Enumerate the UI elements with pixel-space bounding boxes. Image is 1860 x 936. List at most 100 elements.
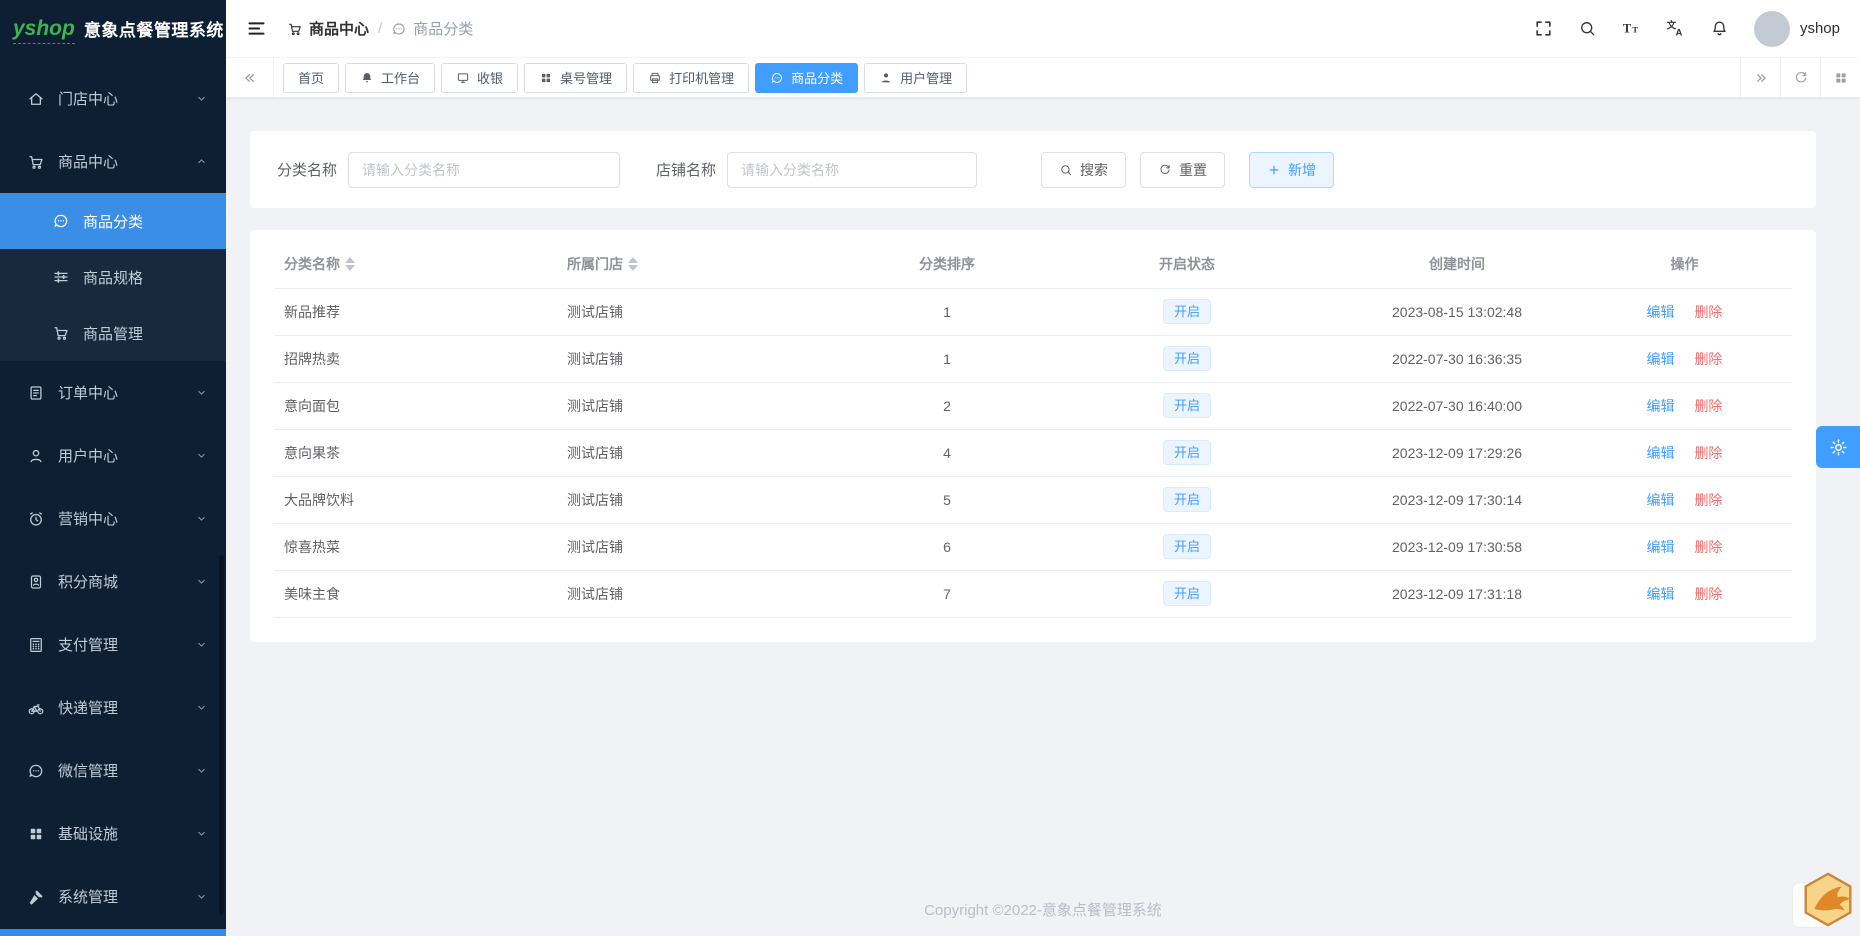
cell-shop: 测试店铺	[557, 288, 857, 336]
download-manager-bird-icon[interactable]	[1797, 867, 1859, 933]
edit-link[interactable]: 编辑	[1647, 398, 1675, 414]
tab[interactable]: 首页	[283, 62, 340, 93]
monitor-icon	[456, 71, 470, 85]
sidebar-item-label: 微信管理	[58, 763, 119, 780]
chevron-down-icon	[195, 827, 208, 840]
hammer-icon	[27, 888, 45, 906]
status-badge: 开启	[1162, 393, 1211, 418]
search-icon	[1059, 163, 1073, 177]
sidebar-item-label: 支付管理	[58, 637, 119, 654]
shop-name-input[interactable]	[727, 151, 978, 188]
delete-link[interactable]: 删除	[1694, 398, 1722, 414]
fullscreen-icon[interactable]	[1534, 19, 1553, 38]
tabs-scroll-left-button[interactable]	[226, 58, 274, 97]
tab[interactable]: 商品分类	[755, 62, 859, 93]
sidebar-item[interactable]: 商品管理	[0, 305, 226, 361]
sidebar-scrollbar[interactable]	[219, 555, 224, 915]
tab[interactable]: 用户管理	[864, 62, 968, 93]
sidebar-item[interactable]: 商品中心	[0, 130, 226, 193]
delete-link[interactable]: 删除	[1694, 586, 1722, 602]
chat-icon	[391, 21, 407, 37]
tabs-refresh-button[interactable]	[1780, 58, 1820, 97]
delete-link[interactable]: 删除	[1694, 492, 1722, 508]
cell-actions: 编辑 删除	[1577, 523, 1792, 571]
sidebar-item[interactable]: 系统管理	[0, 865, 226, 928]
home-icon	[27, 90, 45, 108]
plus-icon	[1267, 163, 1281, 177]
edit-link[interactable]: 编辑	[1647, 492, 1675, 508]
status-badge: 开启	[1162, 487, 1211, 512]
tab-label: 商品分类	[791, 71, 844, 86]
status-badge: 开启	[1162, 534, 1211, 559]
delete-link[interactable]: 删除	[1694, 351, 1722, 367]
column-header: 分类名称	[274, 240, 557, 289]
sort-carets-icon[interactable]	[345, 256, 355, 271]
edit-link[interactable]: 编辑	[1647, 351, 1675, 367]
table-row: 美味主食 测试店铺 7 开启 2023-12-09 17:31:18 编辑 删除	[274, 570, 1792, 618]
tabs-options-button[interactable]	[1820, 58, 1860, 97]
user-name: yshop	[1799, 20, 1840, 37]
breadcrumb-section[interactable]: 商品中心	[287, 18, 369, 39]
tab[interactable]: 收银	[441, 62, 519, 93]
cell-actions: 编辑 删除	[1577, 382, 1792, 430]
breadcrumb-page: 商品分类	[391, 18, 473, 39]
search-button[interactable]: 搜索	[1041, 151, 1127, 188]
sidebar-item[interactable]: 门店中心	[0, 67, 226, 130]
sidebar-item[interactable]: 商品规格	[0, 249, 226, 305]
category-name-label: 分类名称	[277, 162, 338, 179]
sidebar-item[interactable]: 基础设施	[0, 802, 226, 865]
cell-status: 开启	[1037, 476, 1337, 524]
sort-carets-icon[interactable]	[628, 256, 638, 271]
edit-link[interactable]: 编辑	[1647, 445, 1675, 461]
main-area: 商品中心 / 商品分类 TT 文A yshop 首页 工作台 收银 桌号管理 打…	[226, 0, 1860, 936]
cell-actions: 编辑 删除	[1577, 288, 1792, 336]
user-menu[interactable]: yshop	[1753, 10, 1840, 47]
app-logo[interactable]: yshop 意象点餐管理系统	[0, 0, 226, 57]
cell-created: 2023-12-09 17:31:18	[1337, 570, 1577, 618]
delete-link[interactable]: 删除	[1694, 304, 1722, 320]
sidebar-bottom-strip	[0, 929, 226, 936]
edit-link[interactable]: 编辑	[1647, 539, 1675, 555]
tab[interactable]: 打印机管理	[633, 62, 750, 93]
translate-icon[interactable]: 文A	[1666, 19, 1685, 39]
font-size-icon[interactable]: TT	[1622, 19, 1641, 38]
sidebar-item[interactable]: 积分商城	[0, 550, 226, 613]
edit-link[interactable]: 编辑	[1647, 586, 1675, 602]
settings-fab[interactable]	[1816, 426, 1860, 468]
tabs-scroll-right-button[interactable]	[1740, 58, 1780, 97]
chevron-down-icon	[195, 575, 208, 588]
search-icon[interactable]	[1578, 19, 1597, 38]
delete-link[interactable]: 删除	[1694, 539, 1722, 555]
sidebar-item[interactable]: 商品分类	[0, 193, 226, 249]
order-icon	[27, 384, 45, 402]
cell-shop: 测试店铺	[557, 570, 857, 618]
top-header: 商品中心 / 商品分类 TT 文A yshop	[226, 0, 1860, 57]
edit-link[interactable]: 编辑	[1647, 304, 1675, 320]
reset-button[interactable]: 重置	[1140, 151, 1226, 188]
add-button[interactable]: 新增	[1249, 151, 1335, 188]
sidebar-item[interactable]: 营销中心	[0, 487, 226, 550]
chevrons-right-icon	[1753, 70, 1769, 86]
tab-label: 工作台	[381, 71, 421, 86]
chevron-down-icon	[195, 449, 208, 462]
hamburger-icon[interactable]	[246, 18, 267, 39]
sidebar-item[interactable]: 微信管理	[0, 739, 226, 802]
sidebar-item[interactable]: 快递管理	[0, 676, 226, 739]
bell-icon[interactable]	[1710, 19, 1729, 38]
refresh-icon	[1158, 163, 1172, 177]
sidebar-item[interactable]: 用户中心	[0, 424, 226, 487]
tab[interactable]: 桌号管理	[524, 62, 628, 93]
chevron-down-icon	[195, 512, 208, 525]
alarm-icon	[27, 510, 45, 528]
category-name-input[interactable]	[348, 151, 621, 188]
sidebar-item[interactable]: 订单中心	[0, 361, 226, 424]
wechat-icon	[27, 762, 45, 780]
chevron-down-icon	[195, 638, 208, 651]
table-row: 大品牌饮料 测试店铺 5 开启 2023-12-09 17:30:14 编辑 删…	[274, 476, 1792, 524]
column-header: 所属门店	[557, 240, 857, 289]
sidebar-item[interactable]: 支付管理	[0, 613, 226, 676]
column-header: 开启状态	[1037, 240, 1337, 289]
tab-label: 打印机管理	[669, 71, 735, 86]
delete-link[interactable]: 删除	[1694, 445, 1722, 461]
tab[interactable]: 工作台	[345, 62, 436, 93]
